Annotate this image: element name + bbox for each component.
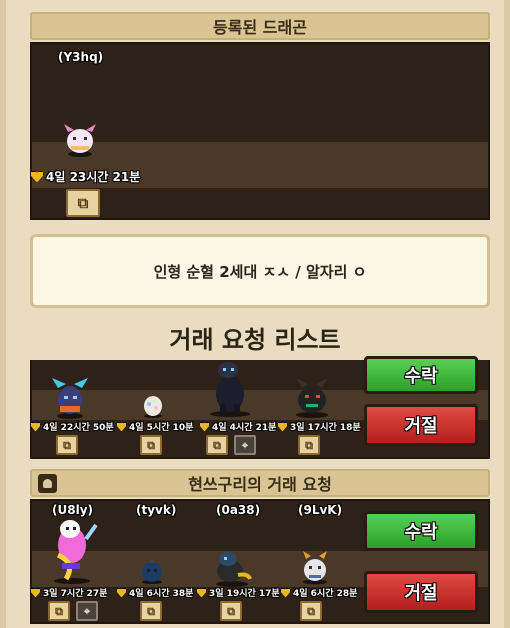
dragon-info-icon: ⧉ xyxy=(227,604,235,618)
owner-tag-4: (9LvK) xyxy=(298,503,343,517)
dragon-info-button[interactable]: ⧉ xyxy=(300,601,322,621)
dragon-info-button[interactable]: ⧉ xyxy=(56,435,78,455)
dragon-sprite[interactable] xyxy=(62,124,98,158)
request-2-timer-1: 3일 7시간 27분 xyxy=(30,586,107,599)
egg-sprite[interactable] xyxy=(142,394,164,418)
dragon-sprite[interactable] xyxy=(52,378,88,420)
dragon-info-icon: ⧉ xyxy=(213,438,221,452)
request-1-timer-1: 4일 22시간 50분 xyxy=(30,420,114,433)
dragon-info-icon: ⧉ xyxy=(147,438,155,452)
trade-message-text: 인형 순혈 2세대 ㅈㅅ / 알자리 ㅇ xyxy=(153,262,367,281)
dragon-sprite[interactable] xyxy=(46,515,98,585)
trade-request-2-title: 현쓰구리의 거래 요청 xyxy=(188,475,332,494)
breeding-info-button[interactable]: ⌖ xyxy=(76,601,98,621)
trade-request-2-header: 현쓰구리의 거래 요청 xyxy=(30,469,490,497)
dragon-info-button[interactable]: ⧉ xyxy=(206,435,228,455)
reject-button[interactable]: 거절 xyxy=(364,571,478,613)
heart-icon xyxy=(196,587,207,598)
breeding-info-button[interactable]: ⌖ xyxy=(234,435,256,455)
request-1-timer-2: 4일 5시간 10분 xyxy=(116,420,193,433)
right-frame xyxy=(504,0,510,628)
registered-dragon-panel: (Y3hq) 4일 23시간 21분 ⧉ xyxy=(30,42,490,220)
registered-timer-text: 4일 23시간 21분 xyxy=(46,170,141,184)
registered-dragon-title: 등록된 드래곤 xyxy=(213,18,307,37)
owner-tag-2: (tyvk) xyxy=(136,503,177,517)
dragon-info-button[interactable]: ⧉ xyxy=(140,601,162,621)
request-2-timer-4: 4일 6시간 28분 xyxy=(280,586,357,599)
accept-button[interactable]: 수락 xyxy=(364,511,478,551)
accept-button[interactable]: 수락 xyxy=(364,356,478,394)
dragon-info-icon: ⧉ xyxy=(147,604,155,618)
dragon-info-button[interactable]: ⧉ xyxy=(220,601,242,621)
trade-message-box: 인형 순혈 2세대 ㅈㅅ / 알자리 ㅇ xyxy=(30,234,490,308)
trade-request-card-2: (U8ly) (tyvk) (0a38) (9LvK) 3일 7시간 27분 4… xyxy=(30,499,490,624)
request-1-timer-3: 4일 4시간 21분 xyxy=(199,420,276,433)
owner-tag-3: (0a38) xyxy=(216,503,261,517)
dragon-sprite[interactable] xyxy=(300,551,330,585)
crosshair-icon: ⌖ xyxy=(241,438,249,452)
dragon-info-icon: ⧉ xyxy=(55,604,63,618)
heart-icon xyxy=(30,421,41,432)
dragon-info-icon: ⧉ xyxy=(307,604,315,618)
reject-button[interactable]: 거절 xyxy=(364,404,478,446)
trade-request-list-title: 거래 요청 리스트 xyxy=(169,326,341,354)
dragon-info-icon: ⧉ xyxy=(305,438,313,452)
dragon-sprite[interactable] xyxy=(140,557,164,585)
request-1-timer-4: 3일 17시간 18분 xyxy=(277,420,361,433)
heart-icon xyxy=(280,587,291,598)
dragon-info-icon: ⧉ xyxy=(63,438,71,452)
dragon-info-button[interactable]: ⧉ xyxy=(298,435,320,455)
heart-icon xyxy=(199,421,210,432)
dragon-sprite[interactable] xyxy=(292,378,332,418)
dragon-info-icon: ⧉ xyxy=(77,193,89,212)
heart-icon xyxy=(30,587,41,598)
trade-request-card-1: 4일 22시간 50분 4일 5시간 10분 4일 4시간 21분 3일 17시… xyxy=(30,356,490,459)
profile-icon[interactable] xyxy=(38,474,57,493)
heart-icon xyxy=(116,421,127,432)
request-2-timer-3: 3일 19시간 17분 xyxy=(196,586,280,599)
heart-icon xyxy=(277,421,288,432)
left-frame xyxy=(0,0,6,628)
dragon-info-button[interactable]: ⧉ xyxy=(48,601,70,621)
dragon-sprite[interactable] xyxy=(212,549,252,587)
dragon-sprite[interactable] xyxy=(206,360,254,418)
dragon-info-button[interactable]: ⧉ xyxy=(140,435,162,455)
registered-timer: 4일 23시간 21분 xyxy=(30,168,140,185)
request-2-timer-2: 4일 6시간 38분 xyxy=(116,586,193,599)
registered-owner-tag: (Y3hq) xyxy=(58,50,104,64)
heart-icon xyxy=(30,170,44,183)
registered-dragon-header: 등록된 드래곤 xyxy=(30,12,490,40)
crosshair-icon: ⌖ xyxy=(83,604,91,618)
heart-icon xyxy=(116,587,127,598)
dragon-info-button[interactable]: ⧉ xyxy=(66,189,100,217)
